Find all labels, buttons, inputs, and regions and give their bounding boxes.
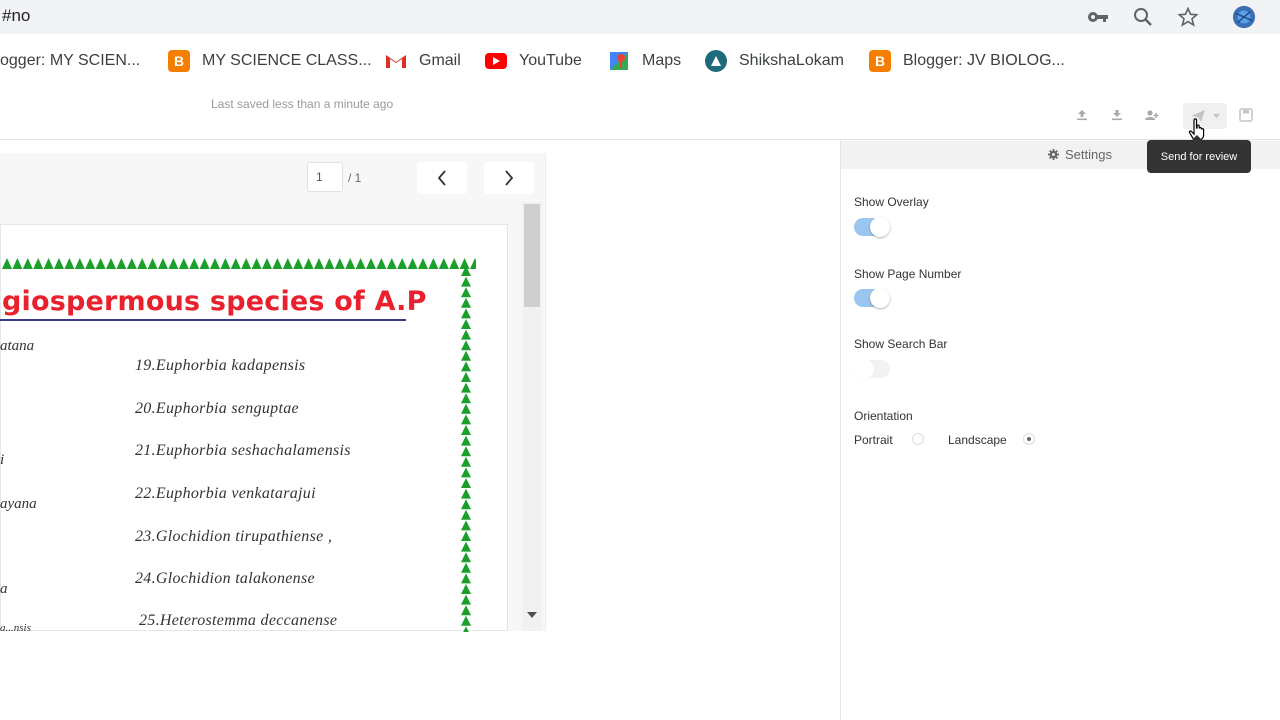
portrait-radio[interactable]: [912, 433, 924, 445]
bookmark-label: Blogger: JV BIOLOG...: [903, 52, 1065, 69]
title-underline: [0, 319, 406, 321]
portrait-label: Portrait: [854, 433, 893, 447]
chevron-right-icon: [505, 170, 514, 186]
page-total: / 1: [348, 171, 362, 185]
landscape-radio[interactable]: [1023, 433, 1035, 445]
scrollbar-thumb[interactable]: [524, 204, 540, 307]
species-item: 19.Euphorbia kadapensis: [135, 357, 306, 374]
star-icon[interactable]: [1176, 5, 1200, 29]
url-text[interactable]: #no: [2, 6, 30, 26]
bookmark-shikshalokam[interactable]: ShikshaLokam: [705, 50, 844, 72]
share-users-icon[interactable]: [1143, 106, 1161, 124]
left-fragment: ayana: [0, 496, 37, 512]
species-item: 23.Glochidion tirupathiense ,: [135, 528, 333, 545]
download-icon[interactable]: [1108, 106, 1126, 124]
save-status: Last saved less than a minute ago: [211, 97, 394, 111]
bookmark-label: Gmail: [419, 52, 461, 69]
species-item: 20.Euphorbia senguptae: [135, 400, 299, 417]
bookmark-label: MY SCIENCE CLASS...: [202, 52, 372, 69]
blogger-icon: B: [168, 50, 190, 72]
left-fragment: a...nsis: [0, 622, 31, 634]
chevron-left-icon: [437, 170, 446, 186]
upload-icon[interactable]: [1073, 106, 1091, 124]
bookmark-label: YouTube: [519, 52, 582, 69]
bookmark-label: Maps: [642, 52, 682, 69]
settings-label: Settings: [1065, 147, 1112, 162]
left-fragment: atana: [0, 338, 35, 354]
show-search-bar-label: Show Search Bar: [854, 337, 948, 351]
key-icon[interactable]: [1086, 5, 1110, 29]
profile-avatar[interactable]: [1232, 5, 1256, 29]
shikshalokam-icon: [705, 50, 727, 72]
bookmark-label: ShikshaLokam: [739, 52, 844, 69]
settings-tab[interactable]: Settings: [1048, 147, 1112, 162]
bookmark-gmail[interactable]: Gmail: [385, 50, 461, 72]
show-page-number-toggle[interactable]: [854, 288, 890, 308]
scroll-down-arrow-icon[interactable]: [527, 612, 537, 618]
bookmark-maps[interactable]: Maps: [608, 50, 681, 72]
show-search-bar-toggle[interactable]: [854, 359, 890, 379]
next-page-button[interactable]: [484, 162, 534, 194]
gmail-icon: [385, 50, 407, 72]
show-overlay-toggle[interactable]: [854, 217, 890, 237]
species-item: 24.Glochidion talakonense: [135, 570, 315, 587]
left-fragment: a: [0, 581, 8, 597]
bookmark-label: ogger: MY SCIEN...: [0, 52, 141, 69]
maps-icon: [608, 50, 630, 72]
blogger-icon: B: [869, 50, 891, 72]
bookmark-my-science-class[interactable]: B MY SCIENCE CLASS...: [168, 50, 372, 72]
bookmark-blogger-my-science[interactable]: ogger: MY SCIEN...: [0, 50, 140, 72]
orientation-label: Orientation: [854, 409, 913, 423]
species-item: 21.Euphorbia seshachalamensis: [135, 442, 351, 459]
zoom-icon[interactable]: [1131, 5, 1155, 29]
show-overlay-label: Show Overlay: [854, 195, 929, 209]
show-page-number-label: Show Page Number: [854, 267, 962, 281]
settings-panel: [840, 140, 1280, 720]
bookmark-youtube[interactable]: YouTube: [485, 50, 582, 72]
send-for-review-tooltip: Send for review: [1147, 135, 1251, 173]
document-title: giospermous species of A.P: [2, 286, 427, 317]
youtube-icon: [485, 53, 507, 69]
bookmark-blogger-jv-biology[interactable]: B Blogger: JV BIOLOG...: [869, 50, 1065, 72]
species-item: 22.Euphorbia venkatarajui: [135, 485, 316, 502]
prev-page-button[interactable]: [417, 162, 467, 194]
landscape-label: Landscape: [948, 433, 1007, 447]
gear-icon: [1048, 149, 1059, 160]
left-fragment: i: [0, 452, 5, 468]
chevron-down-icon: [1212, 114, 1220, 118]
page-number-input[interactable]: 1: [307, 162, 343, 192]
save-icon[interactable]: [1237, 106, 1255, 124]
species-item: 25.Heterostemma deccanense: [139, 612, 338, 629]
